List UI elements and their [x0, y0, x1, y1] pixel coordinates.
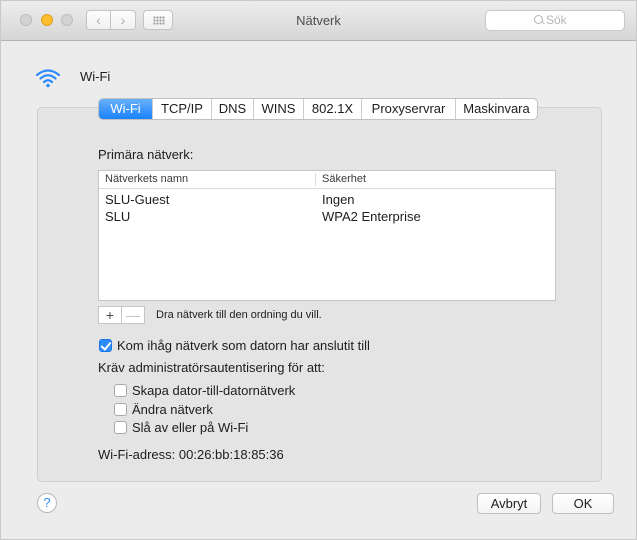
preferred-networks-label: Primära nätverk: — [98, 147, 194, 162]
wifi-address: Wi-Fi-adress: 00:26:bb:18:85:36 — [98, 447, 284, 462]
search-placeholder: Sök — [546, 13, 567, 27]
column-header-security[interactable]: Säkerhet — [322, 173, 366, 185]
network-security: WPA2 Enterprise — [322, 209, 421, 224]
network-name: SLU-Guest — [105, 192, 170, 207]
change-networks-label: Ändra nätverk — [132, 401, 213, 417]
toggle-wifi-checkbox[interactable] — [114, 420, 127, 434]
wifi-icon — [35, 69, 61, 88]
admin-auth-label: Kräv administratörsautentisering för att… — [98, 360, 325, 375]
add-remove-controls: + — — [98, 306, 145, 324]
create-adhoc-option[interactable]: Skapa dator-till-datornätverk — [114, 382, 295, 398]
toggle-wifi-option[interactable]: Slå av eller på Wi-Fi — [114, 419, 248, 435]
network-name: SLU — [105, 209, 131, 224]
wifi-address-value: 00:26:bb:18:85:36 — [178, 447, 284, 462]
table-row[interactable]: SLU WPA2 Enterprise — [99, 209, 555, 226]
remember-networks-checkbox[interactable] — [99, 338, 112, 352]
column-header-name[interactable]: Nätverkets namn — [105, 173, 188, 185]
remember-networks-option[interactable]: Kom ihåg nätverk som datorn har anslutit… — [99, 337, 370, 353]
search-field[interactable]: Sök — [485, 10, 625, 31]
network-security: Ingen — [322, 192, 355, 207]
network-preferences-window: ‹ › Nätverk Sök Wi-Fi Wi-Fi TCP/IP DNS W… — [0, 0, 637, 540]
tab-tcpip[interactable]: TCP/IP — [152, 99, 211, 119]
create-adhoc-label: Skapa dator-till-datornätverk — [132, 382, 296, 398]
remove-network-button[interactable]: — — [121, 307, 144, 323]
toggle-wifi-label: Slå av eller på Wi-Fi — [132, 419, 249, 435]
remember-networks-label: Kom ihåg nätverk som datorn har anslutit… — [117, 337, 370, 353]
tab-hardware[interactable]: Maskinvara — [455, 99, 537, 119]
search-icon — [534, 15, 543, 24]
cancel-button[interactable]: Avbryt — [477, 493, 541, 514]
wifi-address-label: Wi-Fi-adress: — [98, 447, 176, 462]
ok-button[interactable]: OK — [552, 493, 614, 514]
change-networks-checkbox[interactable] — [114, 402, 127, 416]
tab-wifi[interactable]: Wi-Fi — [99, 99, 152, 119]
table-row[interactable]: SLU-Guest Ingen — [99, 192, 555, 209]
preferred-networks-table[interactable]: Nätverkets namn Säkerhet SLU-Guest Ingen… — [98, 170, 556, 301]
drag-hint: Dra nätverk till den ordning du vill. — [156, 309, 322, 321]
change-networks-option[interactable]: Ändra nätverk — [114, 401, 213, 417]
tab-dns[interactable]: DNS — [211, 99, 253, 119]
tab-proxies[interactable]: Proxyservrar — [361, 99, 455, 119]
help-button[interactable]: ? — [37, 493, 57, 513]
create-adhoc-checkbox[interactable] — [114, 383, 127, 397]
table-header: Nätverkets namn Säkerhet — [99, 171, 555, 189]
tab-8021x[interactable]: 802.1X — [303, 99, 361, 119]
interface-title: Wi-Fi — [80, 69, 111, 84]
title-bar: ‹ › Nätverk Sök — [1, 1, 636, 41]
tab-bar: Wi-Fi TCP/IP DNS WINS 802.1X Proxyservra… — [98, 98, 538, 120]
tab-wins[interactable]: WINS — [253, 99, 303, 119]
add-network-button[interactable]: + — [99, 307, 121, 323]
